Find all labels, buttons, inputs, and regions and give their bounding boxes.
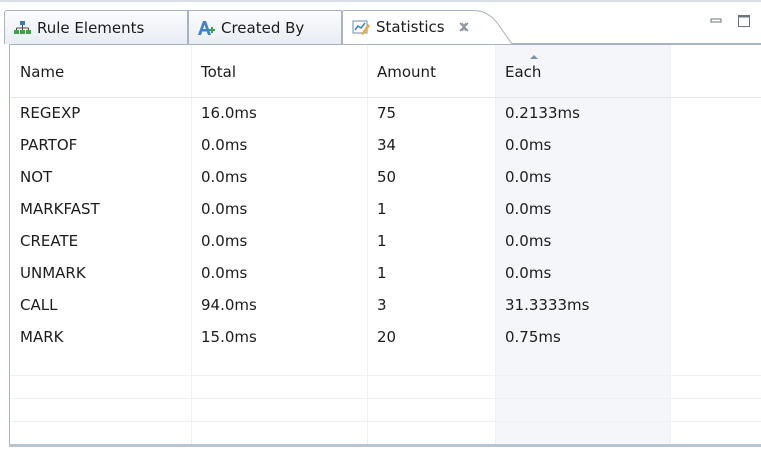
table-body: REGEXP 16.0ms 75 0.2133ms PARTOF 0.0ms 3… <box>10 97 761 445</box>
view-bottom-border <box>9 444 761 447</box>
cell-name: CREATE <box>20 232 79 250</box>
cell-each: 0.2133ms <box>505 104 580 122</box>
cell-each: 0.0ms <box>505 264 552 282</box>
sort-ascending-icon <box>530 55 538 59</box>
table-row[interactable]: REGEXP 16.0ms 75 0.2133ms <box>10 97 761 129</box>
table-row[interactable]: NOT 0.0ms 50 0.0ms <box>10 161 761 193</box>
tab-created-by[interactable]: Created By <box>188 10 342 44</box>
close-icon[interactable] <box>457 20 471 34</box>
cell-total: 0.0ms <box>201 264 248 282</box>
cell-name: NOT <box>20 168 53 186</box>
cell-total: 0.0ms <box>201 232 248 250</box>
tab-rule-elements-label: Rule Elements <box>37 18 145 37</box>
statistics-view: Rule Elements Created By Statistics Name… <box>0 0 761 452</box>
cell-amount: 1 <box>377 264 387 282</box>
cell-total: 94.0ms <box>201 296 257 314</box>
column-header-each[interactable]: Each <box>495 45 670 97</box>
tab-created-by-label: Created By <box>221 18 305 37</box>
chart-pencil-icon <box>352 18 370 36</box>
cell-each: 31.3333ms <box>505 296 590 314</box>
cell-amount: 75 <box>377 104 397 122</box>
column-header-empty[interactable] <box>670 45 761 97</box>
cell-amount: 50 <box>377 168 397 186</box>
tab-bar: Rule Elements Created By Statistics <box>4 10 761 44</box>
statistics-table: Name Total Amount Each REGEXP 16.0ms 75 … <box>9 44 761 446</box>
column-header-name[interactable]: Name <box>10 45 191 97</box>
cell-name: MARK <box>20 328 64 346</box>
table-row[interactable]: MARK 15.0ms 20 0.75ms <box>10 321 761 353</box>
table-row[interactable]: CALL 94.0ms 3 31.3333ms <box>10 289 761 321</box>
table-row[interactable]: CREATE 0.0ms 1 0.0ms <box>10 225 761 257</box>
column-header-each-label: Each <box>505 63 542 81</box>
cell-total: 0.0ms <box>201 168 248 186</box>
cell-amount: 3 <box>377 296 387 314</box>
cell-each: 0.0ms <box>505 232 552 250</box>
empty-table-row <box>10 376 761 399</box>
column-header-amount[interactable]: Amount <box>367 45 495 97</box>
cell-amount: 1 <box>377 232 387 250</box>
empty-table-row <box>10 399 761 422</box>
letter-a-plus-icon <box>197 19 215 37</box>
cell-total: 0.0ms <box>201 136 248 154</box>
cell-amount: 20 <box>377 328 397 346</box>
cell-each: 0.0ms <box>505 200 552 218</box>
cell-name: MARKFAST <box>20 200 100 218</box>
cell-name: PARTOF <box>20 136 78 154</box>
tab-statistics[interactable]: Statistics <box>342 10 512 44</box>
cell-each: 0.0ms <box>505 136 552 154</box>
empty-table-row <box>10 353 761 376</box>
hierarchy-icon <box>13 19 31 37</box>
minimize-icon[interactable] <box>709 14 723 28</box>
column-header-total[interactable]: Total <box>191 45 367 97</box>
tab-statistics-label: Statistics <box>376 18 445 36</box>
table-row[interactable]: PARTOF 0.0ms 34 0.0ms <box>10 129 761 161</box>
cell-name: REGEXP <box>20 104 81 122</box>
cell-total: 16.0ms <box>201 104 257 122</box>
cell-total: 15.0ms <box>201 328 257 346</box>
table-header: Name Total Amount Each <box>10 45 761 98</box>
maximize-icon[interactable] <box>737 14 751 28</box>
table-row[interactable]: UNMARK 0.0ms 1 0.0ms <box>10 257 761 289</box>
table-row[interactable]: MARKFAST 0.0ms 1 0.0ms <box>10 193 761 225</box>
cell-each: 0.0ms <box>505 168 552 186</box>
cell-name: UNMARK <box>20 264 86 282</box>
top-divider <box>0 0 761 2</box>
cell-total: 0.0ms <box>201 200 248 218</box>
tab-rule-elements[interactable]: Rule Elements <box>4 10 188 44</box>
cell-name: CALL <box>20 296 58 314</box>
cell-each: 0.75ms <box>505 328 561 346</box>
cell-amount: 1 <box>377 200 387 218</box>
empty-table-row <box>10 422 761 445</box>
cell-amount: 34 <box>377 136 397 154</box>
